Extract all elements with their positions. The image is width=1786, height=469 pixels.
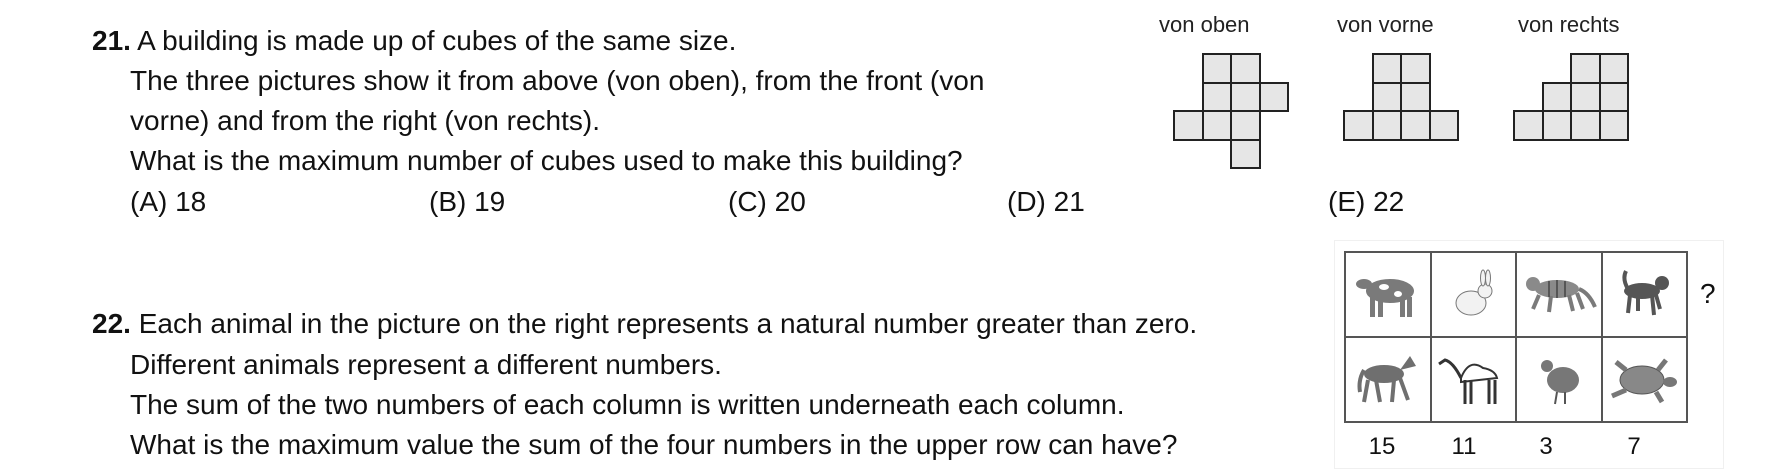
column-sum-3: 3 — [1539, 433, 1553, 460]
view-label-right: von rechts — [1518, 12, 1620, 37]
q22-line-3: The sum of the two numbers of each colum… — [130, 389, 1125, 420]
cell-rabbit — [1430, 252, 1516, 337]
cube-square — [1201, 81, 1232, 112]
cube-square — [1598, 53, 1629, 84]
q22-text: Each animal in the picture on the right … — [138, 308, 1198, 339]
tiger-icon — [1525, 276, 1597, 312]
cube-square — [1173, 110, 1204, 141]
cube-square — [1598, 110, 1629, 141]
rabbit-icon — [1455, 269, 1493, 315]
cube-square — [1371, 81, 1402, 112]
cube-square — [1230, 138, 1261, 169]
camel-icon — [1438, 357, 1499, 404]
q21-option-a: (A) 18 — [130, 186, 207, 217]
cube-square — [1428, 110, 1459, 141]
cube-square — [1258, 81, 1289, 112]
cell-tiger — [1516, 252, 1602, 337]
cube-square — [1371, 53, 1402, 84]
animal-table — [1344, 251, 1688, 423]
cube-square — [1400, 81, 1431, 112]
cube-square — [1343, 110, 1374, 141]
cell-hen — [1516, 337, 1602, 422]
q21-line-4: What is the maximum number of cubes used… — [130, 145, 963, 176]
cube-square — [1598, 81, 1629, 112]
q21-line-3: vorne) and from the right (von rechts). — [130, 105, 600, 136]
cell-turtle — [1601, 337, 1687, 422]
column-sum-2: 11 — [1451, 433, 1477, 460]
cube-square — [1570, 110, 1601, 141]
q22-number: 22. — [92, 308, 131, 339]
column-sum-4: 7 — [1627, 433, 1641, 460]
cube-square — [1400, 53, 1431, 84]
cube-square — [1230, 81, 1261, 112]
cell-cow — [1345, 252, 1431, 337]
turtle-icon — [1611, 357, 1678, 403]
upper-row-question-mark: ? — [1700, 278, 1716, 309]
q21-number: 21. — [92, 25, 131, 56]
q22-line-1: 22. Each animal in the picture on the ri… — [92, 307, 1197, 341]
cube-square — [1400, 110, 1431, 141]
view-label-above: von oben — [1159, 12, 1250, 37]
dog-icon — [1622, 269, 1670, 315]
view-label-front: von vorne — [1337, 12, 1434, 37]
q21-option-d: (D) 21 — [1007, 186, 1085, 217]
q21-option-c: (C) 20 — [728, 186, 806, 217]
cube-square — [1230, 53, 1261, 84]
q21-text: A building is made up of cubes of the sa… — [137, 25, 737, 56]
q21-line-1: 21. A building is made up of cubes of th… — [92, 24, 736, 58]
cube-square — [1570, 81, 1601, 112]
horse-icon — [1357, 355, 1416, 402]
q21-option-b: (B) 19 — [429, 186, 506, 217]
cube-square — [1371, 110, 1402, 141]
hen-icon — [1540, 359, 1579, 404]
q21-line-2: The three pictures show it from above (v… — [130, 65, 985, 96]
cube-square — [1201, 53, 1232, 84]
q22-line-2: Different animals represent a different … — [130, 349, 722, 380]
cube-square — [1230, 110, 1261, 141]
q21-option-e: (E) 22 — [1328, 186, 1405, 217]
q22-line-4: What is the maximum value the sum of the… — [130, 429, 1178, 460]
cube-square — [1513, 110, 1544, 141]
column-sum-1: 15 — [1368, 433, 1396, 460]
cell-dog — [1601, 252, 1687, 337]
cube-square — [1201, 110, 1232, 141]
cube-square — [1570, 53, 1601, 84]
cube-square — [1541, 81, 1572, 112]
cow-icon — [1355, 278, 1414, 317]
cell-camel — [1430, 337, 1516, 422]
cell-horse — [1345, 337, 1431, 422]
cube-square — [1541, 110, 1572, 141]
